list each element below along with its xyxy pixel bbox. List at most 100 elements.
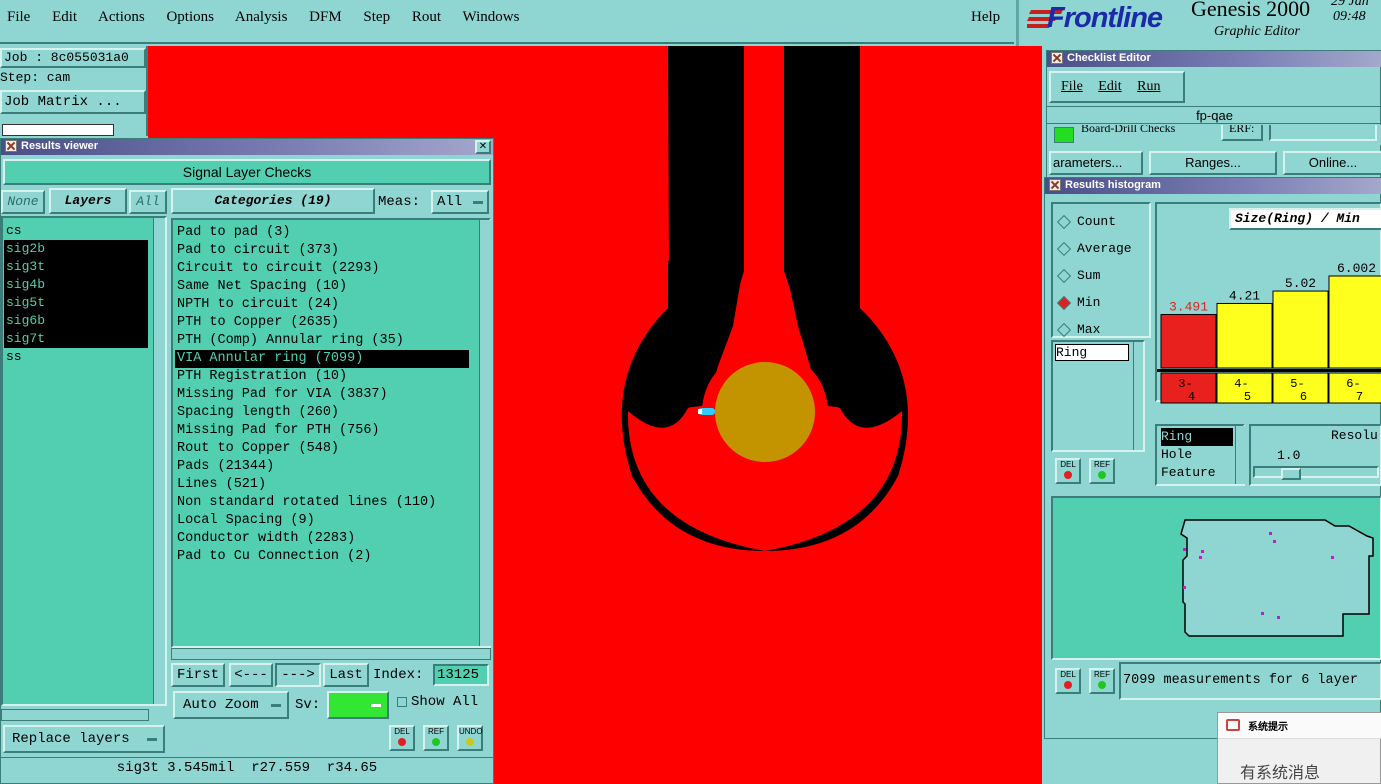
ref-button[interactable]: REF <box>423 725 449 751</box>
mode-radio-min[interactable]: Min <box>1056 289 1132 316</box>
category-item[interactable]: NPTH to circuit (24) <box>175 296 469 314</box>
checklist-menu-run[interactable]: Run <box>1137 79 1160 94</box>
layer-item[interactable]: ss <box>4 348 148 366</box>
menu-help[interactable]: Help <box>971 9 1000 26</box>
measurements-summary: 7099 measurements for 6 layer <box>1119 662 1381 700</box>
layers-hscrollbar[interactable] <box>1 709 149 721</box>
index-input[interactable]: 13125 <box>433 664 489 686</box>
category-item[interactable]: Pad to Cu Connection (2) <box>175 548 469 566</box>
category-item[interactable]: PTH (Comp) Annular ring (35) <box>175 332 469 350</box>
category-item[interactable]: Pads (21344) <box>175 458 469 476</box>
category-item[interactable]: Pad to circuit (373) <box>175 242 469 260</box>
sv-color-dropdown[interactable] <box>327 691 389 719</box>
layer-item[interactable]: sig3t <box>4 258 148 276</box>
layer-item[interactable]: cs <box>4 222 148 240</box>
window-menu-icon[interactable] <box>1049 179 1061 191</box>
last-button[interactable]: Last <box>323 663 369 687</box>
layers-button[interactable]: Layers <box>49 188 127 214</box>
menu-file[interactable]: File <box>7 9 30 25</box>
online-button[interactable]: Online... <box>1283 151 1381 175</box>
overview-del-button[interactable]: DEL <box>1055 668 1081 694</box>
layer-item[interactable]: sig6b <box>4 312 148 330</box>
job-label: Job : 8c055031a0 <box>0 48 146 68</box>
category-item[interactable]: Circuit to circuit (2293) <box>175 260 469 278</box>
close-icon[interactable]: ✕ <box>475 140 491 154</box>
show-all-checkbox[interactable] <box>397 697 407 707</box>
category-item[interactable]: Local Spacing (9) <box>175 512 469 530</box>
checklist-menu-file[interactable]: File <box>1061 79 1083 94</box>
category-item[interactable]: Missing Pad for PTH (756) <box>175 422 469 440</box>
checklist-row[interactable]: Board-Drill Checks ERF: <box>1049 125 1381 145</box>
hist-ref-button[interactable]: REF <box>1089 458 1115 484</box>
category-item[interactable]: Same Net Spacing (10) <box>175 278 469 296</box>
attribute-list[interactable]: Ring <box>1051 340 1145 452</box>
categories-button[interactable]: Categories (19) <box>171 188 375 214</box>
menu-dfm[interactable]: DFM <box>309 9 342 25</box>
menu-options[interactable]: Options <box>166 9 214 25</box>
ranges-button[interactable]: Ranges... <box>1149 151 1277 175</box>
next-button[interactable]: ---> <box>275 663 321 687</box>
checklist-editor-window: Checklist Editor File Edit Run fp-qae Bo… <box>1046 50 1381 178</box>
category-item[interactable]: Missing Pad for VIA (3837) <box>175 386 469 404</box>
menu-actions[interactable]: Actions <box>98 9 145 25</box>
replace-layers-dropdown[interactable]: Replace layers <box>3 725 165 753</box>
menu-analysis[interactable]: Analysis <box>235 9 288 25</box>
category-item[interactable]: PTH Registration (10) <box>175 368 469 386</box>
attribute-ring[interactable]: Ring <box>1055 344 1129 361</box>
board-overview[interactable] <box>1051 496 1381 660</box>
checklist-menu-edit[interactable]: Edit <box>1098 79 1121 94</box>
field-list[interactable]: Ring Hole Feature <box>1155 424 1245 486</box>
field-item[interactable]: Hole <box>1161 446 1233 464</box>
meas-dropdown[interactable]: All <box>431 190 489 214</box>
none-button[interactable]: None <box>1 190 45 214</box>
first-button[interactable]: First <box>171 663 225 687</box>
categories-list[interactable]: Pad to pad (3) Pad to circuit (373) Circui… <box>171 218 491 648</box>
status-line: sig3t 3.545mil r27.559 r34.65 <box>1 757 493 777</box>
system-popup[interactable]: 系统提示 有系统消息 <box>1217 712 1381 784</box>
menu-rout[interactable]: Rout <box>412 9 441 25</box>
attribute-scrollbar[interactable] <box>1133 342 1143 450</box>
categories-scrollbar[interactable] <box>479 220 491 646</box>
del-button[interactable]: DEL <box>389 725 415 751</box>
prev-button[interactable]: <--- <box>229 663 273 687</box>
mode-radio-average[interactable]: Average <box>1056 235 1132 262</box>
menu-step[interactable]: Step <box>363 9 390 25</box>
window-menu-icon[interactable] <box>1051 52 1063 64</box>
undo-button[interactable]: UNDO <box>457 725 483 751</box>
layer-item[interactable]: sig2b <box>4 240 148 258</box>
layer-item[interactable]: sig7t <box>4 330 148 348</box>
categories-hscrollbar[interactable] <box>171 648 491 660</box>
category-item[interactable]: VIA Annular ring (7099) <box>175 350 469 368</box>
window-menu-icon[interactable] <box>5 140 17 152</box>
category-item[interactable]: Lines (521) <box>175 476 469 494</box>
category-item[interactable]: Conductor width (2283) <box>175 530 469 548</box>
layer-item[interactable]: sig4b <box>4 276 148 294</box>
field-item[interactable]: Feature <box>1161 464 1233 482</box>
field-item[interactable]: Ring <box>1161 428 1233 446</box>
checklist-editor-titlebar: Checklist Editor <box>1047 51 1381 67</box>
resolution-slider[interactable] <box>1253 466 1379 480</box>
resolution-value: 1.0 <box>1277 448 1301 463</box>
category-item[interactable]: Pad to pad (3) <box>175 224 469 242</box>
category-item[interactable]: PTH to Copper (2635) <box>175 314 469 332</box>
overview-ref-button[interactable]: REF <box>1089 668 1115 694</box>
mode-radio-count[interactable]: Count <box>1056 208 1132 235</box>
menu-windows[interactable]: Windows <box>463 9 520 25</box>
mode-radio-sum[interactable]: Sum <box>1056 262 1132 289</box>
mode-radio-max[interactable]: Max <box>1056 316 1132 343</box>
auto-zoom-button[interactable]: Auto Zoom <box>173 691 289 719</box>
layers-scrollbar[interactable] <box>153 218 165 704</box>
layers-list[interactable]: cs sig2b sig3t sig4b sig5t sig6b sig7t ss <box>1 216 167 706</box>
category-item[interactable]: Spacing length (260) <box>175 404 469 422</box>
bar-value-label: 5.02 <box>1285 276 1316 291</box>
parameters-button[interactable]: arameters... <box>1049 151 1143 175</box>
all-layers-button[interactable]: All <box>129 190 167 214</box>
job-matrix-button[interactable]: Job Matrix ... <box>0 90 146 114</box>
menu-edit[interactable]: Edit <box>52 9 77 25</box>
category-item[interactable]: Non standard rotated lines (110) <box>175 494 469 512</box>
histogram-chart[interactable]: Size(Ring) / Min 3.491 3- 4 4.21 4- 5 5.02 5- 6 6… <box>1155 202 1381 404</box>
layer-item[interactable]: sig5t <box>4 294 148 312</box>
hist-del-button[interactable]: DEL <box>1055 458 1081 484</box>
category-item[interactable]: Rout to Copper (548) <box>175 440 469 458</box>
show-all-label: Show All <box>411 694 479 710</box>
